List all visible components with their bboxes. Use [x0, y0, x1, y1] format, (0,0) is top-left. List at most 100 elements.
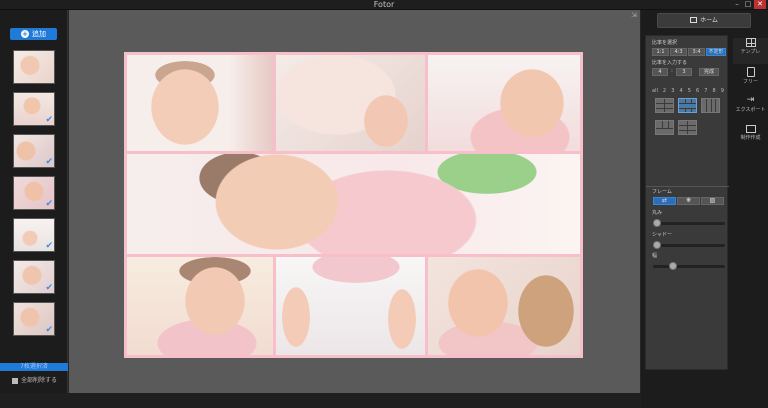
ratio-height-input[interactable]: 3: [676, 68, 692, 76]
selected-check-icon: ✔: [45, 283, 53, 293]
ratio-separator: :: [671, 68, 673, 74]
collage-cell[interactable]: [127, 154, 580, 254]
collage-cell[interactable]: [428, 257, 580, 355]
title-bar: Fotor – □ ✕: [0, 0, 768, 10]
freestyle-icon: [746, 67, 755, 77]
frame-pattern-icon[interactable]: ❋: [677, 197, 700, 205]
ratio-width-input[interactable]: 4: [652, 68, 668, 76]
aspect-ratio-options: 1:1 4:3 3:4 不定形: [652, 48, 726, 56]
frame-label: フレーム: [652, 189, 672, 195]
fotor-window: Fotor – □ ✕ + 追加 ✔ ✔ ✔ ✔ ✔ ✔ 7枚選択済 全部削除する…: [0, 0, 768, 408]
tab-history[interactable]: 制作作成: [733, 125, 768, 151]
trash-icon: [12, 377, 18, 384]
photo-list-panel: + 追加 ✔ ✔ ✔ ✔ ✔ ✔ 7枚選択済 全部削除する: [0, 10, 68, 393]
layout-option[interactable]: [678, 120, 697, 135]
add-photo-button[interactable]: + 追加: [10, 28, 57, 40]
photo-count-options: all 2 3 4 5 6 7 8 9: [652, 88, 724, 94]
tab-export[interactable]: ⇥ エクスポート: [733, 96, 768, 122]
maximize-button[interactable]: □: [743, 0, 753, 9]
layout-option[interactable]: [655, 120, 674, 135]
photo-thumbnail[interactable]: ✔: [13, 134, 55, 168]
tab-template[interactable]: テンプレ: [733, 38, 768, 64]
window-controls: – □ ✕: [732, 0, 766, 9]
remove-all-button[interactable]: 全部削除する: [12, 376, 57, 385]
tab-label: エクスポート: [735, 107, 766, 113]
collage-canvas: [124, 52, 583, 358]
expand-icon[interactable]: ⇲: [631, 11, 637, 19]
home-label: ホーム: [700, 17, 718, 24]
photo-thumbnail[interactable]: ✔: [13, 260, 55, 294]
tab-label: フリー: [742, 79, 758, 85]
photo-thumbnail[interactable]: ✔: [13, 92, 55, 126]
slider-knob[interactable]: [653, 219, 661, 227]
frame-divider: [646, 186, 729, 187]
status-bar: [0, 393, 641, 408]
right-panel: ホーム 比率を選択 1:1 4:3 3:4 不定形 比率を入力する 4 : 3 …: [641, 10, 768, 408]
roundness-label: 丸み: [652, 210, 663, 216]
aspect-option[interactable]: 4:3: [670, 48, 687, 56]
selection-status: 7枚選択済: [0, 363, 68, 371]
collage-cell[interactable]: [127, 55, 273, 151]
photo-thumbnail[interactable]: ✔: [13, 218, 55, 252]
photo-count-option[interactable]: 5: [688, 88, 691, 94]
ratio-apply-button[interactable]: 完成: [699, 68, 719, 76]
home-button[interactable]: ホーム: [657, 13, 751, 28]
selected-check-icon: ✔: [45, 241, 53, 251]
selected-check-icon: ✔: [45, 157, 53, 167]
photo-thumbnail[interactable]: ✔: [13, 176, 55, 210]
thumbnail-list: ✔ ✔ ✔ ✔ ✔ ✔: [13, 50, 55, 344]
tab-label: 制作作成: [740, 135, 761, 141]
photo-count-option[interactable]: 2: [663, 88, 666, 94]
photo-count-option[interactable]: 7: [704, 88, 707, 94]
slider-knob[interactable]: [669, 262, 677, 270]
custom-ratio-inputs: 4 : 3 完成: [652, 68, 719, 76]
template-grid-icon: [745, 38, 756, 47]
aspect-option[interactable]: 3:4: [688, 48, 705, 56]
collage-cell[interactable]: [276, 257, 425, 355]
aspect-ratio-label: 比率を選択: [652, 40, 678, 46]
selected-check-icon: ✔: [45, 115, 53, 125]
canvas-area: ⇲: [69, 10, 640, 393]
history-icon: [745, 125, 756, 133]
custom-ratio-label: 比率を入力する: [652, 60, 688, 66]
frame-texture-icon[interactable]: ▧: [701, 197, 724, 205]
photo-count-option[interactable]: all: [652, 88, 658, 94]
photo-count-option[interactable]: 3: [671, 88, 674, 94]
photo-count-option[interactable]: 4: [679, 88, 682, 94]
width-label: 幅: [652, 253, 658, 259]
plus-icon: +: [21, 29, 29, 38]
selected-check-icon: ✔: [45, 199, 53, 209]
collage-cell[interactable]: [428, 55, 580, 151]
side-tabs: テンプレ フリー ⇥ エクスポート 制作作成: [733, 35, 768, 151]
window-title: Fotor: [373, 0, 395, 9]
width-slider[interactable]: [653, 262, 725, 270]
photo-thumbnail[interactable]: [13, 50, 55, 84]
aspect-option[interactable]: 不定形: [706, 48, 726, 56]
photo-thumbnail[interactable]: ✔: [13, 302, 55, 336]
layout-option[interactable]: [655, 98, 674, 113]
add-photo-label: 追加: [32, 30, 46, 38]
minimize-button[interactable]: –: [732, 0, 742, 9]
frame-swap-icon[interactable]: ⇄: [653, 197, 676, 205]
selected-check-icon: ✔: [45, 325, 53, 335]
layout-option[interactable]: [701, 98, 720, 113]
tab-freestyle[interactable]: フリー: [733, 67, 768, 93]
template-settings-panel: 比率を選択 1:1 4:3 3:4 不定形 比率を入力する 4 : 3 完成 a…: [645, 35, 729, 370]
tab-label: テンプレ: [740, 49, 761, 55]
home-icon: [690, 17, 698, 23]
aspect-option[interactable]: 1:1: [652, 48, 669, 56]
photo-count-option[interactable]: 9: [721, 88, 724, 94]
collage-cell[interactable]: [127, 257, 273, 355]
photo-count-option[interactable]: 8: [713, 88, 716, 94]
export-icon: ⇥: [746, 95, 755, 105]
frame-style-options: ⇄ ❋ ▧: [653, 197, 724, 205]
roundness-slider[interactable]: [653, 219, 725, 227]
collage-cell[interactable]: [276, 55, 425, 151]
photo-count-option[interactable]: 6: [696, 88, 699, 94]
remove-all-label: 全部削除する: [21, 377, 58, 384]
shadow-label: シャドー: [652, 232, 673, 238]
shadow-slider[interactable]: [653, 241, 725, 249]
layout-option-selected[interactable]: [678, 98, 697, 113]
slider-knob[interactable]: [653, 241, 661, 249]
close-button[interactable]: ✕: [754, 0, 766, 9]
